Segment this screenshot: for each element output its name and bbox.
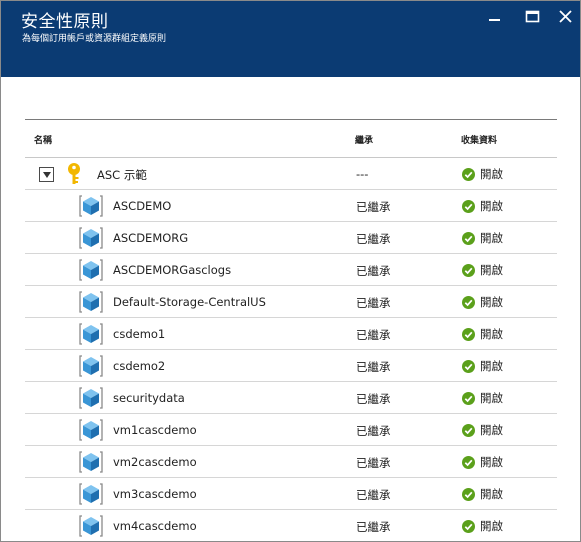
collect-status: 開啟 xyxy=(462,454,503,470)
subscription-name[interactable]: ASC 示範 xyxy=(97,167,147,183)
resource-group-icon xyxy=(79,515,103,537)
inherit-value: 已繼承 xyxy=(356,296,391,310)
check-circle-icon xyxy=(462,199,475,213)
resource-group-name[interactable]: vm3cascdemo xyxy=(113,487,197,501)
resource-group-name[interactable]: csdemo2 xyxy=(113,359,165,373)
resource-group-icon xyxy=(79,195,103,217)
close-icon[interactable] xyxy=(557,9,575,25)
collapse-toggle[interactable] xyxy=(39,167,54,182)
resource-group-row[interactable]: ASCDEMORG 已繼承 開啟 xyxy=(25,222,557,254)
subscription-row[interactable]: ASC 示範 --- 開啟 xyxy=(25,158,557,190)
collect-label: 開啟 xyxy=(480,359,503,373)
resource-group-icon xyxy=(79,227,103,249)
check-circle-icon xyxy=(462,423,475,437)
check-circle-icon xyxy=(462,327,475,341)
collect-label: 開啟 xyxy=(480,295,503,309)
inherit-value: 已繼承 xyxy=(356,232,391,246)
collect-label: 開啟 xyxy=(480,167,503,181)
chevron-down-icon xyxy=(43,172,51,178)
resource-group-name[interactable]: ASCDEMO xyxy=(113,199,171,213)
resource-group-name[interactable]: vm2cascdemo xyxy=(113,455,197,469)
page-subtitle: 為每個訂用帳戶或資源群組定義原則 xyxy=(22,34,167,44)
resource-group-icon xyxy=(79,323,103,345)
inherit-value: 已繼承 xyxy=(356,264,391,278)
inherit-value: 已繼承 xyxy=(356,456,391,470)
inherit-value: 已繼承 xyxy=(356,488,391,502)
check-circle-icon xyxy=(462,295,475,309)
resource-group-row[interactable]: vm4cascdemo 已繼承 開啟 xyxy=(25,510,557,541)
inherit-value: 已繼承 xyxy=(356,520,391,534)
check-circle-icon xyxy=(462,359,475,373)
resource-group-icon xyxy=(79,387,103,409)
column-header-inherit[interactable]: 繼承 xyxy=(355,133,373,146)
resource-group-row[interactable]: csdemo2 已繼承 開啟 xyxy=(25,350,557,382)
resource-group-row[interactable]: vm1cascdemo 已繼承 開啟 xyxy=(25,414,557,446)
resource-group-name[interactable]: ASCDEMORG xyxy=(113,231,188,245)
maximize-icon[interactable] xyxy=(524,9,542,25)
collect-status: 開啟 xyxy=(462,230,503,246)
inherit-value: 已繼承 xyxy=(356,328,391,342)
resource-group-row[interactable]: Default-Storage-CentralUS 已繼承 開啟 xyxy=(25,286,557,318)
column-header-collect[interactable]: 收集資料 xyxy=(461,133,497,146)
resource-group-row[interactable]: securitydata 已繼承 開啟 xyxy=(25,382,557,414)
collect-label: 開啟 xyxy=(480,391,503,405)
resource-group-icon xyxy=(79,451,103,473)
check-circle-icon xyxy=(462,455,475,469)
resource-group-icon xyxy=(79,419,103,441)
inherit-value: 已繼承 xyxy=(356,360,391,374)
collect-label: 開啟 xyxy=(480,487,503,501)
resource-group-list: ASCDEMO 已繼承 開啟 ASCDEMORG 已繼承 開啟 ASCDEMOR… xyxy=(25,190,557,541)
resource-group-row[interactable]: csdemo1 已繼承 開啟 xyxy=(25,318,557,350)
column-header-name[interactable]: 名稱 xyxy=(34,133,52,146)
check-circle-icon xyxy=(462,263,475,277)
collect-status: 開啟 xyxy=(462,518,503,534)
check-circle-icon xyxy=(462,391,475,405)
collect-status: 開啟 xyxy=(462,198,503,214)
table-header: 名稱 繼承 收集資料 xyxy=(25,119,557,158)
collect-status: 開啟 xyxy=(462,486,503,502)
check-circle-icon xyxy=(462,167,475,181)
policy-blade: 安全性原則 為每個訂用帳戶或資源群組定義原則 名稱 繼承 收集資料 ASC 示範… xyxy=(0,0,581,542)
collect-label: 開啟 xyxy=(480,231,503,245)
collect-status: 開啟 xyxy=(462,326,503,342)
collect-status: 開啟 xyxy=(462,422,503,438)
collect-label: 開啟 xyxy=(480,199,503,213)
inherit-value: 已繼承 xyxy=(356,424,391,438)
collect-label: 開啟 xyxy=(480,455,503,469)
resource-group-name[interactable]: vm1cascdemo xyxy=(113,423,197,437)
resource-group-icon xyxy=(79,355,103,377)
resource-group-icon xyxy=(79,291,103,313)
collect-status: 開啟 xyxy=(462,262,503,278)
check-circle-icon xyxy=(462,519,475,533)
inherit-value: 已繼承 xyxy=(356,200,391,214)
resource-group-row[interactable]: ASCDEMO 已繼承 開啟 xyxy=(25,190,557,222)
resource-group-icon xyxy=(79,259,103,281)
resource-group-row[interactable]: vm2cascdemo 已繼承 開啟 xyxy=(25,446,557,478)
resource-group-row[interactable]: vm3cascdemo 已繼承 開啟 xyxy=(25,478,557,510)
collect-status: 開啟 xyxy=(462,390,503,406)
page-title: 安全性原則 xyxy=(21,12,109,32)
resource-group-icon xyxy=(79,483,103,505)
resource-group-name[interactable]: vm4cascdemo xyxy=(113,519,197,533)
resource-group-row[interactable]: ASCDEMORGasclogs 已繼承 開啟 xyxy=(25,254,557,286)
collect-label: 開啟 xyxy=(480,519,503,533)
check-circle-icon xyxy=(462,231,475,245)
check-circle-icon xyxy=(462,487,475,501)
inherit-value: --- xyxy=(356,167,369,181)
collect-label: 開啟 xyxy=(480,327,503,341)
resource-group-name[interactable]: ASCDEMORGasclogs xyxy=(113,263,231,277)
resource-group-name[interactable]: csdemo1 xyxy=(113,327,165,341)
collect-label: 開啟 xyxy=(480,423,503,437)
inherit-value: 已繼承 xyxy=(356,392,391,406)
minimize-icon[interactable] xyxy=(487,9,505,25)
blade-header: 安全性原則 為每個訂用帳戶或資源群組定義原則 xyxy=(1,1,580,77)
resource-group-name[interactable]: Default-Storage-CentralUS xyxy=(113,295,266,309)
collect-status: 開啟 xyxy=(462,358,503,374)
policy-table: 名稱 繼承 收集資料 ASC 示範 --- 開啟 ASCDEMO 已繼承 開啟 … xyxy=(25,119,557,541)
collect-status: 開啟 xyxy=(462,166,503,182)
resource-group-name[interactable]: securitydata xyxy=(113,391,185,405)
collect-status: 開啟 xyxy=(462,294,503,310)
collect-label: 開啟 xyxy=(480,263,503,277)
key-icon xyxy=(68,163,80,184)
